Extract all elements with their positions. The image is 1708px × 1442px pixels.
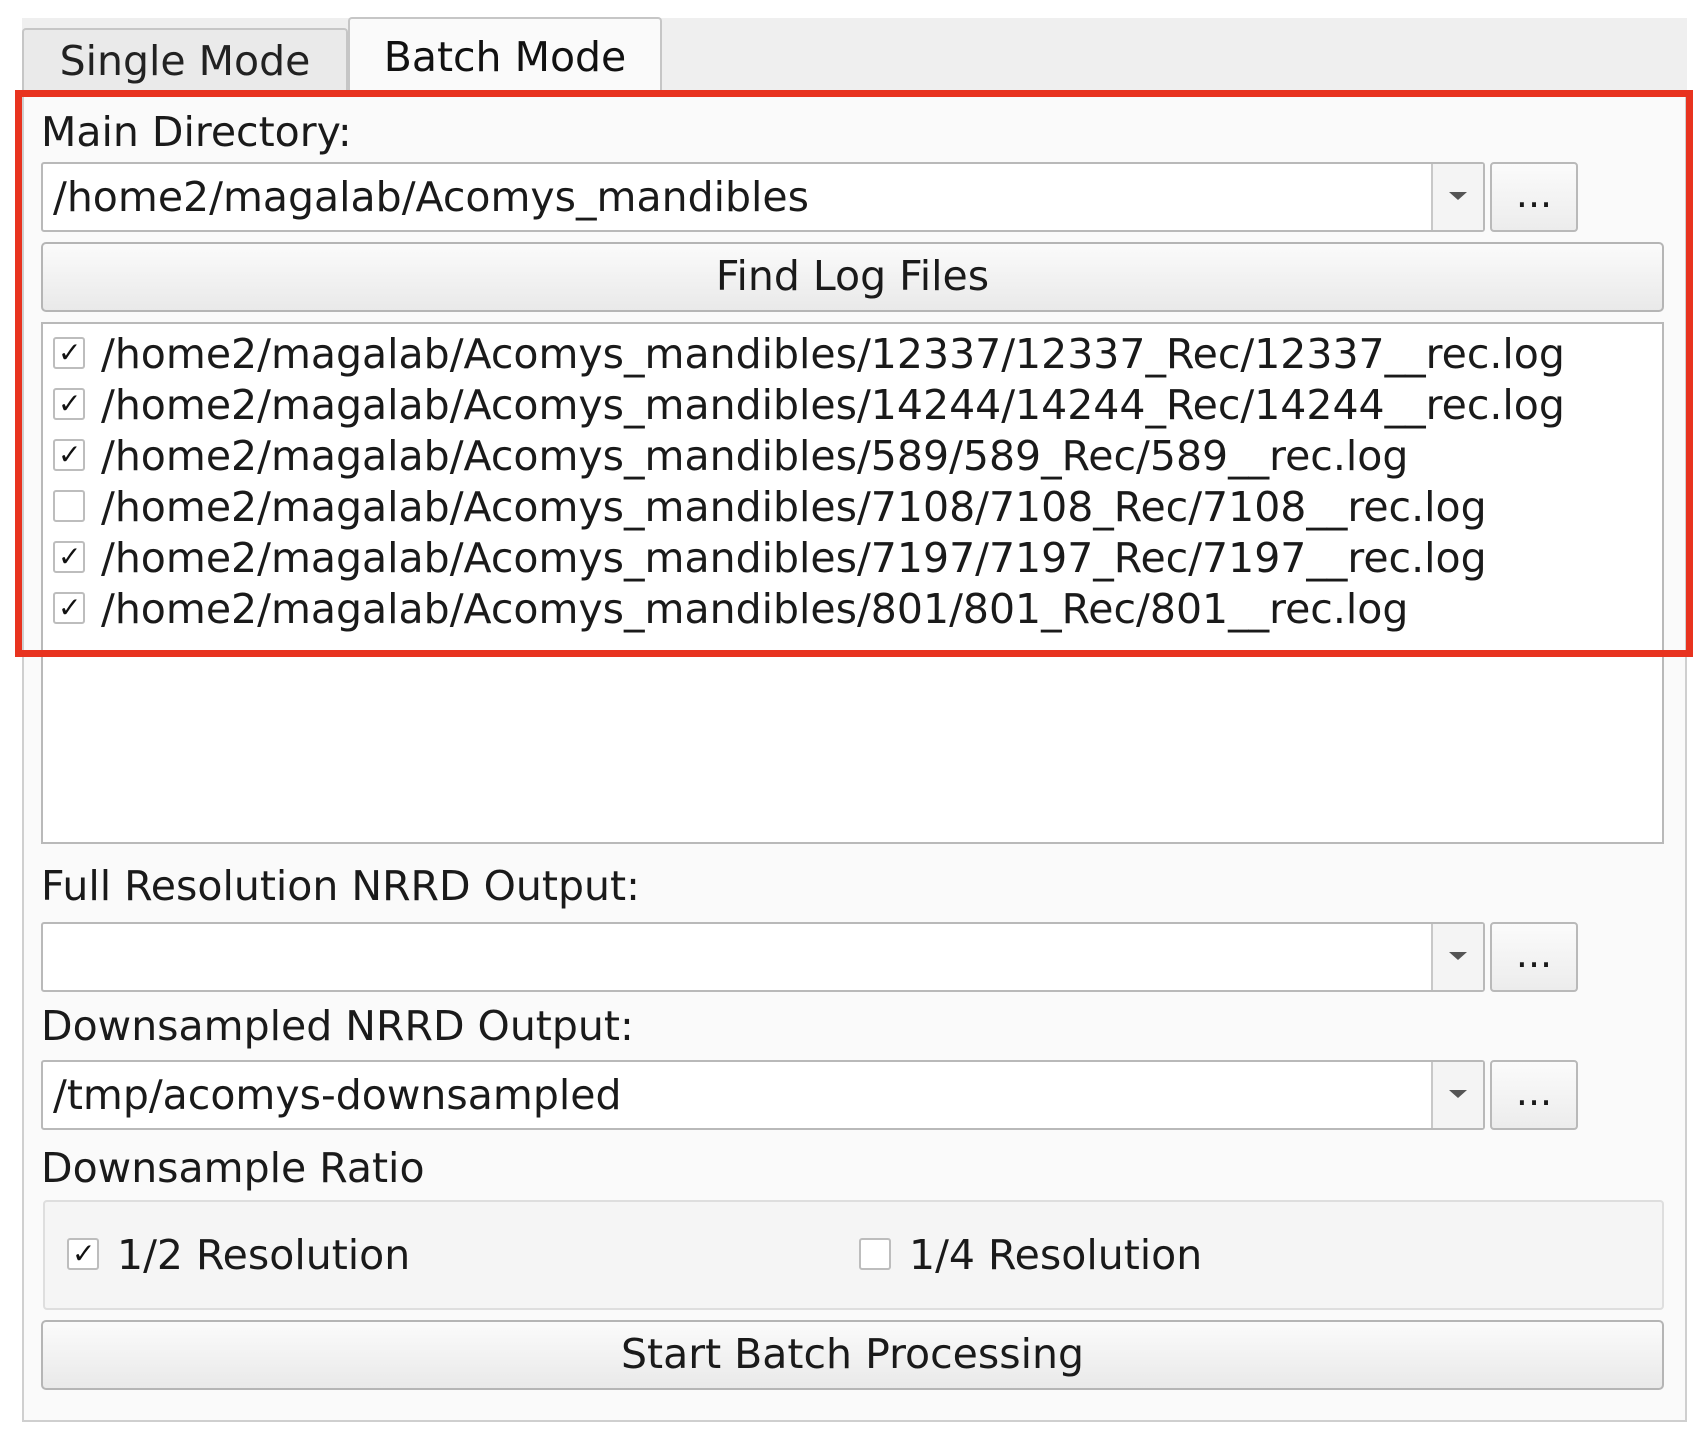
half-resolution-label: 1/2 Resolution <box>117 1231 411 1279</box>
full-resolution-output-dropdown-button[interactable] <box>1431 924 1483 990</box>
main-directory-dropdown-button[interactable] <box>1431 164 1483 230</box>
log-file-checkbox[interactable]: ✓ <box>53 439 85 471</box>
batch-mode-panel: Main Directory: /home2/magalab/Acomys_ma… <box>22 90 1687 1422</box>
checkmark-icon: ✓ <box>58 438 82 471</box>
downsampled-output-combo[interactable]: /tmp/acomys-downsampled <box>41 1060 1485 1130</box>
checkmark-icon: ✓ <box>58 591 82 624</box>
log-file-path: /home2/magalab/Acomys_mandibles/12337/12… <box>101 330 1565 378</box>
log-file-path: /home2/magalab/Acomys_mandibles/7197/719… <box>101 534 1487 582</box>
main-directory-value: /home2/magalab/Acomys_mandibles <box>53 173 809 221</box>
main-directory-combo[interactable]: /home2/magalab/Acomys_mandibles <box>41 162 1485 232</box>
log-file-checkbox[interactable]: ✓ <box>53 541 85 573</box>
checkmark-icon: ✓ <box>58 336 82 369</box>
log-file-checkbox[interactable]: ✓ <box>53 388 85 420</box>
log-file-path: /home2/magalab/Acomys_mandibles/801/801_… <box>101 585 1409 633</box>
downsampled-output-browse-button[interactable]: ... <box>1490 1060 1578 1130</box>
full-resolution-output-browse-button[interactable]: ... <box>1490 922 1578 992</box>
downsample-ratio-label: Downsample Ratio <box>41 1144 425 1192</box>
chevron-down-icon <box>1449 952 1467 960</box>
log-file-checkbox[interactable]: ✓ <box>53 592 85 624</box>
downsampled-output-value: /tmp/acomys-downsampled <box>53 1071 622 1119</box>
main-directory-label: Main Directory: <box>41 108 352 156</box>
tab-batch-mode[interactable]: Batch Mode <box>348 17 662 92</box>
log-file-checkbox[interactable]: ✓ <box>53 337 85 369</box>
checkmark-icon: ✓ <box>58 540 82 573</box>
downsample-ratio-group: ✓ 1/2 Resolution 1/4 Resolution <box>43 1200 1664 1310</box>
downsampled-output-dropdown-button[interactable] <box>1431 1062 1483 1128</box>
downsampled-output-label: Downsampled NRRD Output: <box>41 1002 634 1050</box>
tab-single-mode[interactable]: Single Mode <box>22 28 348 90</box>
full-resolution-output-combo[interactable] <box>41 922 1485 992</box>
log-file-path: /home2/magalab/Acomys_mandibles/589/589_… <box>101 432 1409 480</box>
full-resolution-output-label: Full Resolution NRRD Output: <box>41 862 640 910</box>
checkmark-icon: ✓ <box>58 387 82 420</box>
half-resolution-checkbox[interactable]: ✓ <box>67 1238 99 1270</box>
log-files-list[interactable]: ✓ /home2/magalab/Acomys_mandibles/12337/… <box>41 322 1664 844</box>
quarter-resolution-label: 1/4 Resolution <box>909 1231 1203 1279</box>
checkmark-icon: ✓ <box>72 1237 96 1270</box>
chevron-down-icon <box>1449 1090 1467 1098</box>
batch-mode-window: Single Mode Batch Mode Main Directory: /… <box>0 0 1708 1442</box>
log-file-path: /home2/magalab/Acomys_mandibles/7108/710… <box>101 483 1487 531</box>
log-file-path: /home2/magalab/Acomys_mandibles/14244/14… <box>101 381 1565 429</box>
main-directory-browse-button[interactable]: ... <box>1490 162 1578 232</box>
quarter-resolution-checkbox[interactable] <box>859 1238 891 1270</box>
find-log-files-button[interactable]: Find Log Files <box>41 242 1664 312</box>
chevron-down-icon <box>1449 192 1467 200</box>
log-file-checkbox[interactable] <box>53 490 85 522</box>
start-batch-processing-button[interactable]: Start Batch Processing <box>41 1320 1664 1390</box>
